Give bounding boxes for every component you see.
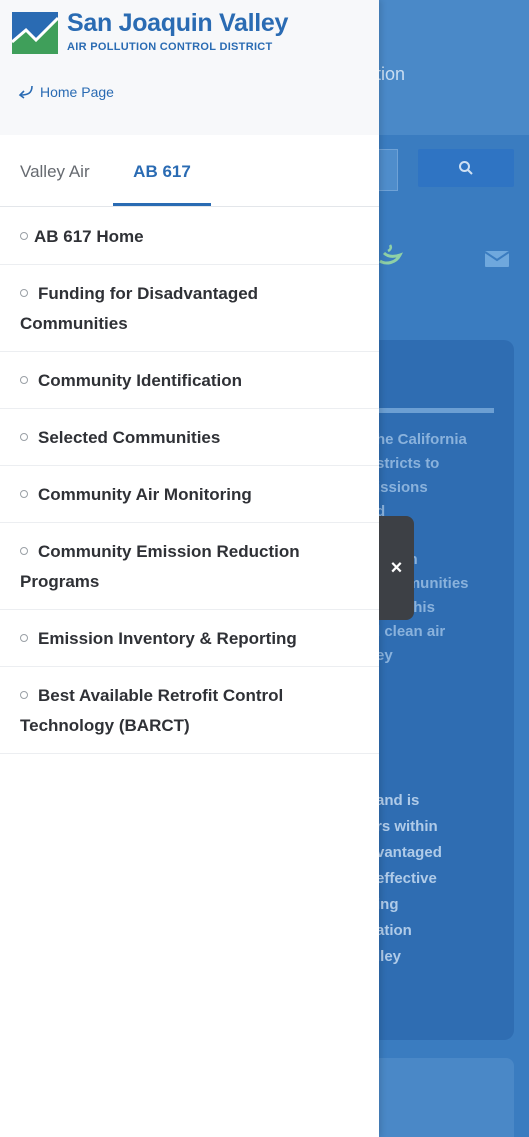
bullet-icon bbox=[20, 231, 28, 240]
background-search-button bbox=[418, 149, 514, 187]
menu-item-ab617-home[interactable]: AB 617 Home bbox=[0, 208, 379, 265]
drawer-tabs: Valley Air AB 617 bbox=[0, 145, 379, 207]
menu-item-selected-communities[interactable]: Selected Communities bbox=[0, 409, 379, 466]
menu-item-funding[interactable]: Funding for Disadvantaged Communities bbox=[0, 265, 379, 352]
close-drawer-button[interactable]: × bbox=[379, 516, 414, 620]
home-page-link[interactable]: Home Page bbox=[18, 84, 114, 100]
bullet-icon bbox=[20, 288, 28, 297]
close-icon: × bbox=[390, 556, 403, 579]
drawer-header: San Joaquin Valley AIR POLLUTION CONTROL… bbox=[0, 0, 379, 135]
background-title: tion bbox=[376, 64, 406, 84]
bullet-icon bbox=[20, 375, 28, 384]
district-logo-icon bbox=[12, 12, 58, 54]
menu-item-emission-reduction[interactable]: Community Emission Reduction Programs bbox=[0, 523, 379, 610]
return-arrow-icon bbox=[18, 85, 33, 99]
menu-item-barct[interactable]: Best Available Retrofit Control Technolo… bbox=[0, 667, 379, 754]
home-page-label: Home Page bbox=[40, 84, 114, 100]
menu-item-community-identification[interactable]: Community Identification bbox=[0, 352, 379, 409]
bullet-icon bbox=[20, 546, 28, 555]
search-icon bbox=[459, 161, 473, 175]
navigation-drawer: San Joaquin Valley AIR POLLUTION CONTROL… bbox=[0, 0, 379, 1137]
bullet-icon bbox=[20, 489, 28, 498]
ab617-menu: AB 617 Home Funding for Disadvantaged Co… bbox=[0, 208, 379, 754]
bullet-icon bbox=[20, 690, 28, 699]
menu-item-emission-inventory[interactable]: Emission Inventory & Reporting bbox=[0, 610, 379, 667]
district-subtitle: AIR POLLUTION CONTROL DISTRICT bbox=[67, 41, 273, 53]
district-name: San Joaquin Valley bbox=[67, 9, 289, 37]
background-text-block-2: and is rs within vantaged effective ing … bbox=[376, 792, 442, 965]
background-card-divider bbox=[376, 408, 494, 413]
active-tab-indicator bbox=[113, 203, 211, 206]
leaf-icon bbox=[379, 244, 403, 265]
tab-ab-617[interactable]: AB 617 bbox=[113, 162, 211, 206]
bullet-icon bbox=[20, 432, 28, 441]
background-search-input bbox=[376, 149, 398, 191]
mail-icon bbox=[484, 251, 510, 267]
tab-valley-air[interactable]: Valley Air bbox=[20, 162, 90, 206]
bullet-icon bbox=[20, 633, 28, 642]
menu-item-air-monitoring[interactable]: Community Air Monitoring bbox=[0, 466, 379, 523]
